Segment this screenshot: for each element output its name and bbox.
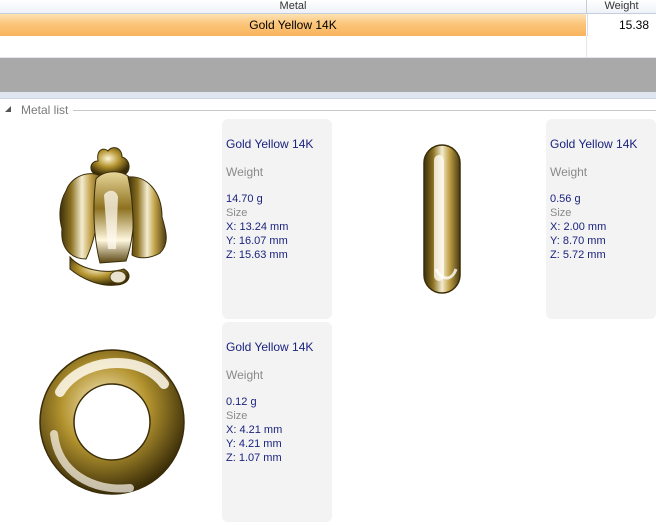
column-header-weight[interactable]: Weight — [587, 0, 656, 13]
item-info-panel: Gold Yellow 14K Weight 14.70 g Size X: 1… — [222, 119, 332, 319]
item-thumbnail[interactable] — [324, 119, 544, 319]
size-y: Y: 8.70 mm — [550, 235, 606, 247]
weight-value: 0.12 g — [226, 396, 257, 408]
item-info-panel: Gold Yellow 14K Weight 0.56 g Size X: 2.… — [546, 119, 656, 319]
item-metal-name: Gold Yellow 14K — [550, 137, 638, 151]
size-z: Z: 5.72 mm — [550, 249, 606, 261]
metal-grid: Metal Weight Gold Yellow 14K 15.38 — [0, 0, 656, 58]
empty-row — [0, 36, 656, 58]
cell-metal[interactable]: Gold Yellow 14K — [0, 14, 586, 36]
jump-ring-icon — [39, 349, 185, 495]
weight-label: Weight — [550, 165, 588, 179]
column-header-metal[interactable]: Metal — [0, 0, 587, 13]
size-x: X: 4.21 mm — [226, 424, 283, 436]
collapse-triangle-icon[interactable] — [4, 105, 12, 113]
item-info-panel: Gold Yellow 14K Weight 0.12 g Size X: 4.… — [222, 322, 332, 522]
size-x: X: 13.24 mm — [226, 221, 289, 233]
size-y: Y: 4.21 mm — [226, 438, 282, 450]
size-label: Size — [550, 207, 572, 219]
bail-ring-icon — [423, 144, 461, 294]
weight-value: 0.56 g — [550, 193, 581, 205]
splitter[interactable] — [0, 92, 656, 99]
item-metal-name: Gold Yellow 14K — [226, 137, 314, 151]
size-z: Z: 1.07 mm — [226, 452, 282, 464]
cell-weight[interactable]: 15.38 — [587, 14, 656, 36]
item-thumbnail[interactable] — [0, 119, 220, 319]
rose-pendant-icon — [59, 147, 167, 286]
item-thumbnail[interactable] — [0, 322, 220, 522]
size-z: Z: 15.63 mm — [226, 249, 288, 261]
section-divider — [73, 110, 656, 111]
size-y: Y: 16.07 mm — [226, 235, 288, 247]
size-label: Size — [226, 207, 248, 219]
item-metal-name: Gold Yellow 14K — [226, 340, 314, 354]
weight-label: Weight — [226, 165, 264, 179]
gray-panel — [0, 58, 656, 92]
size-x: X: 2.00 mm — [550, 221, 607, 233]
size-label: Size — [226, 410, 248, 422]
table-row[interactable]: Gold Yellow 14K 15.38 — [0, 14, 656, 36]
grid-header: Metal Weight — [0, 0, 656, 14]
weight-label: Weight — [226, 368, 264, 382]
weight-value: 14.70 g — [226, 193, 263, 205]
metal-list-header[interactable]: Metal list — [0, 101, 656, 119]
section-title: Metal list — [21, 103, 69, 117]
